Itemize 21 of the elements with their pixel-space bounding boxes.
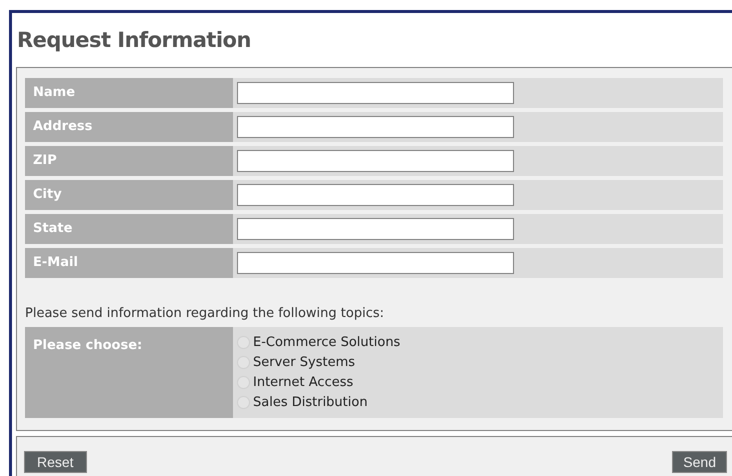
topics-prompt: Please send information regarding the following topics: xyxy=(25,306,384,320)
radio-label[interactable]: E-Commerce Solutions xyxy=(253,332,400,352)
radio-label[interactable]: Sales Distribution xyxy=(253,392,368,412)
field-label: Name xyxy=(25,78,233,108)
send-button[interactable]: Send xyxy=(672,450,727,472)
page-title: Request Information xyxy=(17,28,251,52)
radio-label[interactable]: Internet Access xyxy=(253,372,354,392)
input-field[interactable] xyxy=(237,116,514,138)
choose-label: Please choose: xyxy=(33,338,142,352)
input-field[interactable] xyxy=(237,184,514,206)
reset-button[interactable]: Reset xyxy=(24,450,87,472)
input-field[interactable] xyxy=(237,150,514,172)
field-label: City xyxy=(25,180,233,210)
input-field[interactable] xyxy=(237,82,514,104)
field-label: E-Mail xyxy=(25,248,233,278)
radio-label[interactable]: Server Systems xyxy=(253,352,356,372)
field-label: ZIP xyxy=(25,146,233,176)
input-field[interactable] xyxy=(237,218,514,240)
field-label: State xyxy=(25,214,233,244)
field-label: Address xyxy=(25,112,233,142)
input-field[interactable] xyxy=(237,252,514,274)
